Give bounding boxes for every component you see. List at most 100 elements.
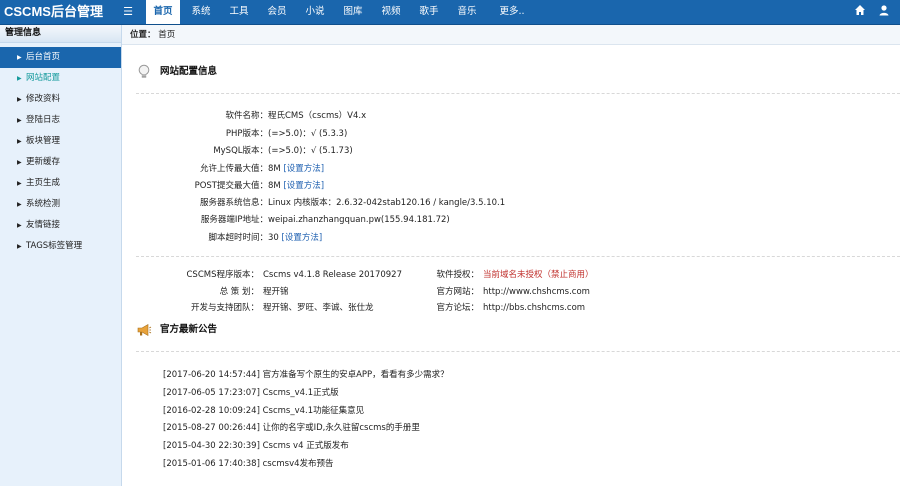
- news-section-header: 官方最新公告: [136, 318, 217, 342]
- config-label: 服务器系统信息：: [199, 198, 268, 208]
- config-value-group: 8M [设置方法]: [268, 178, 324, 195]
- config-label: 允许上传最大值：: [199, 164, 268, 174]
- nav-more[interactable]: 更多..: [492, 0, 532, 24]
- nav-gallery[interactable]: 图库: [336, 0, 370, 24]
- planner-row: 总 策 划： 程开锦: [122, 284, 402, 301]
- sidebar-item-tags[interactable]: ▶ TAGS标签管理: [0, 236, 121, 257]
- sidebar-heading: 管理信息: [0, 25, 121, 43]
- sidebar-item-label: 登陆日志: [26, 115, 61, 125]
- nav-singers[interactable]: 歌手: [412, 0, 446, 24]
- sidebar-item-system-check[interactable]: ▶ 系统检测: [0, 194, 121, 215]
- news-item[interactable]: [2016-02-28 10:09:24] Cscms_v4.1功能征集意见: [163, 402, 364, 420]
- breadcrumb-current[interactable]: 首页: [158, 30, 175, 40]
- version-value: Cscms v4.1.8 Release 20170927: [263, 270, 402, 280]
- nav-system[interactable]: 系统: [184, 0, 218, 24]
- config-value: 程氏CMS（cscms）V4.x: [268, 111, 367, 121]
- setting-method-link[interactable]: [设置方法]: [283, 181, 324, 191]
- config-row-software: 软件名称： 程氏CMS（cscms）V4.x: [122, 108, 900, 125]
- config-value: 8M: [268, 164, 281, 174]
- sidebar-item-label: TAGS标签管理: [26, 241, 83, 251]
- config-value: weipai.zhanzhangquan.pw(155.94.181.72): [268, 215, 450, 225]
- sidebar-item-clear-cache[interactable]: ▶ 更新缓存: [0, 152, 121, 173]
- config-row-mysql: MySQL版本： (=>5.0)：√ (5.1.73): [122, 143, 900, 160]
- config-value: 8M: [268, 181, 281, 191]
- chevron-right-icon: ▶: [17, 222, 22, 229]
- setting-method-link[interactable]: [设置方法]: [283, 164, 324, 174]
- chevron-right-icon: ▶: [17, 201, 22, 208]
- sidebar-item-label: 修改资料: [26, 94, 61, 104]
- website-row: 官方网站： http://www.chshcms.com: [412, 284, 712, 301]
- sidebar: 管理信息 ▶ 后台首页 ▶ 网站配置 ▶ 修改资料 ▶ 登陆日志 ▶ 板块管理 ▶ 更新缓存…: [0, 25, 122, 486]
- website-link[interactable]: http://www.chshcms.com: [483, 284, 590, 301]
- breadcrumb: 位置： 首页: [122, 25, 900, 45]
- news-item[interactable]: [2017-06-20 14:57:44] 官方准备写个原生的安卓APP，看看有…: [163, 366, 449, 384]
- sidebar-item-dashboard[interactable]: ▶ 后台首页: [0, 47, 121, 68]
- config-row-upload-max: 允许上传最大值： 8M [设置方法]: [122, 161, 900, 178]
- version-label: CSCMS程序版本：: [186, 270, 260, 280]
- chevron-right-icon: ▶: [17, 243, 22, 250]
- nav-tools[interactable]: 工具: [222, 0, 256, 24]
- forum-row: 官方论坛： http://bbs.chshcms.com: [412, 300, 712, 317]
- config-value: (=>5.0)：√ (5.3.3): [268, 129, 348, 139]
- config-label: 软件名称：: [225, 111, 268, 121]
- config-label: PHP版本：: [225, 129, 268, 139]
- sidebar-item-label: 板块管理: [26, 136, 61, 146]
- lightbulb-icon: [136, 64, 152, 80]
- forum-label: 官方论坛：: [436, 303, 479, 313]
- chevron-right-icon: ▶: [17, 117, 22, 124]
- config-row-server-os: 服务器系统信息： Linux 内核版本：2.6.32-042stab120.16…: [122, 195, 900, 212]
- menu-toggle-icon[interactable]: ☰: [120, 3, 136, 21]
- config-row-php: PHP版本： (=>5.0)：√ (5.3.3): [122, 126, 900, 143]
- team-value: 程开锦、罗旺、李诚、张仕龙: [263, 303, 374, 313]
- forum-link[interactable]: http://bbs.chshcms.com: [483, 300, 585, 317]
- news-item[interactable]: [2015-01-06 17:40:38] cscmsv4发布预告: [163, 455, 334, 473]
- nav-home[interactable]: 首页: [146, 0, 180, 24]
- license-value: 当前域名未授权（禁止商用）: [483, 270, 594, 280]
- config-row-timeout: 脚本超时时间： 30 [设置方法]: [122, 230, 900, 247]
- planner-label: 总 策 划：: [219, 287, 259, 297]
- sidebar-item-login-log[interactable]: ▶ 登陆日志: [0, 110, 121, 131]
- config-label: 服务器端IP地址：: [200, 215, 268, 225]
- nav-members[interactable]: 会员: [260, 0, 294, 24]
- license-label: 软件授权：: [436, 270, 479, 280]
- config-label: MySQL版本：: [213, 146, 268, 156]
- chevron-right-icon: ▶: [17, 180, 22, 187]
- megaphone-icon: [136, 322, 152, 338]
- nav-videos[interactable]: 视频: [374, 0, 408, 24]
- main-content: 网站配置信息 软件名称： 程氏CMS（cscms）V4.x PHP版本： (=>…: [122, 46, 900, 486]
- config-value-group: 30 [设置方法]: [268, 230, 322, 247]
- setting-method-link[interactable]: [设置方法]: [282, 233, 323, 243]
- sidebar-item-edit-profile[interactable]: ▶ 修改资料: [0, 89, 121, 110]
- config-value: (=>5.0)：√ (5.1.73): [268, 146, 353, 156]
- version-row: CSCMS程序版本： Cscms v4.1.8 Release 20170927: [122, 267, 402, 284]
- chevron-right-icon: ▶: [17, 96, 22, 103]
- nav-novels[interactable]: 小说: [298, 0, 332, 24]
- sidebar-item-modules[interactable]: ▶ 板块管理: [0, 131, 121, 152]
- news-item[interactable]: [2017-06-05 17:23:07] Cscms_v4.1正式版: [163, 384, 339, 402]
- nav-music[interactable]: 音乐: [450, 0, 484, 24]
- config-value-group: 8M [设置方法]: [268, 161, 324, 178]
- sidebar-item-label: 主页生成: [26, 178, 61, 188]
- app-title: CSCMS后台管理: [4, 4, 103, 19]
- config-value: Linux 内核版本：2.6.32-042stab120.16 / kangle…: [268, 198, 506, 208]
- sidebar-item-generate-home[interactable]: ▶ 主页生成: [0, 173, 121, 194]
- news-item[interactable]: [2015-04-30 22:30:39] Cscms v4 正式版发布: [163, 437, 349, 455]
- team-label: 开发与支持团队：: [190, 303, 259, 313]
- config-heading: 网站配置信息: [160, 66, 218, 77]
- user-icon[interactable]: [876, 4, 892, 20]
- chevron-right-icon: ▶: [17, 138, 22, 145]
- divider: [136, 256, 900, 257]
- top-bar: CSCMS后台管理 ☰ 首页 系统 工具 会员 小说 图库 视频 歌手 音乐 更…: [0, 0, 900, 25]
- config-value: 30: [268, 233, 279, 243]
- chevron-right-icon: ▶: [17, 54, 22, 61]
- sidebar-item-site-config[interactable]: ▶ 网站配置: [0, 68, 121, 89]
- config-section-header: 网站配置信息: [136, 60, 217, 84]
- sidebar-item-friend-links[interactable]: ▶ 友情链接: [0, 215, 121, 236]
- license-row: 软件授权： 当前域名未授权（禁止商用）: [412, 267, 712, 284]
- news-heading: 官方最新公告: [160, 324, 218, 335]
- home-icon[interactable]: [852, 4, 868, 20]
- divider: [136, 93, 900, 94]
- news-item[interactable]: [2015-08-27 00:26:44] 让你的名字或ID,永久驻留cscms…: [163, 419, 420, 437]
- chevron-right-icon: ▶: [17, 159, 22, 166]
- config-row-server-ip: 服务器端IP地址： weipai.zhanzhangquan.pw(155.94…: [122, 212, 900, 229]
